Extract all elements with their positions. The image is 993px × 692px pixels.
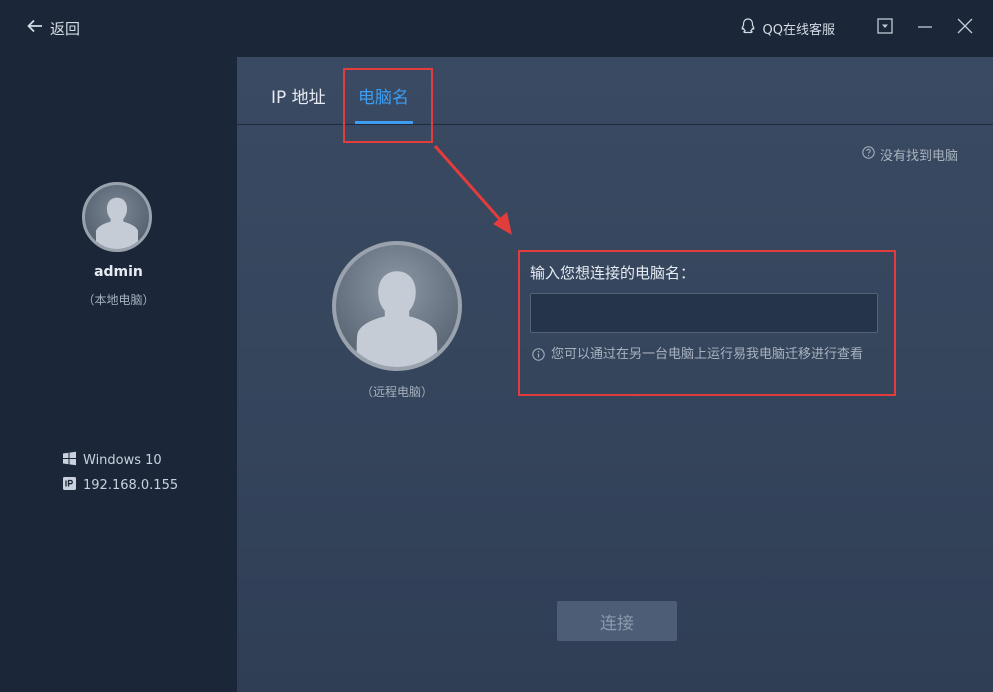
sidebar: admin （本地电脑） Windows 10 192.168.0.155 [0,57,237,692]
ip-info: 192.168.0.155 [62,475,178,495]
system-info: Windows 10 192.168.0.155 [62,450,178,500]
user-silhouette-icon [356,271,438,367]
windows-icon [62,451,77,470]
pc-name-label: 输入您想连接的电脑名： [530,264,696,282]
back-button[interactable]: 返回 [26,16,80,40]
user-silhouette-icon [95,197,139,249]
help-icon [862,146,875,163]
info-icon [532,345,545,367]
not-found-link[interactable]: 没有找到电脑 [862,145,958,164]
local-avatar [82,182,152,252]
tab-bar: IP 地址 电脑名 [237,57,993,143]
tab-highlight-annotation [343,68,433,143]
menu-dropdown-button[interactable] [875,18,895,38]
local-username: admin [94,264,143,280]
connect-button[interactable]: 连接 [557,601,677,641]
ip-icon [62,476,77,495]
qq-support-label: QQ在线客服 [762,22,835,38]
minimize-icon [916,17,934,39]
os-info: Windows 10 [62,450,178,470]
remote-computer-label: （远程电脑） [360,385,433,399]
ip-label: 192.168.0.155 [83,477,179,493]
close-button[interactable] [955,18,975,38]
hint-text: 您可以通过在另一台电脑上运行易我电脑迁移进行查看 [551,347,864,362]
minimize-button[interactable] [915,18,935,38]
arrow-left-icon [26,17,44,39]
pc-name-input[interactable] [530,293,878,333]
dropdown-icon [876,17,894,39]
not-found-label: 没有找到电脑 [879,149,958,164]
back-label: 返回 [50,19,81,38]
tab-ip-address[interactable]: IP 地址 [271,83,326,108]
main-panel: IP 地址 电脑名 没有找到电脑 （远程电脑） 输入您想连接的电脑名： 您可以通… [237,57,993,692]
annotation-arrow [433,145,512,235]
local-computer-label: （本地电脑） [82,293,155,307]
close-icon [956,17,974,39]
pc-name-input-group: 输入您想连接的电脑名： 您可以通过在另一台电脑上运行易我电脑迁移进行查看 [518,250,896,396]
remote-avatar [332,241,462,371]
input-hint: 您可以通过在另一台电脑上运行易我电脑迁移进行查看 [532,345,872,367]
title-bar: 返回 QQ在线客服 [0,0,993,57]
qq-support-button[interactable]: QQ在线客服 [739,17,835,39]
qq-icon [739,17,757,39]
os-label: Windows 10 [83,452,162,468]
